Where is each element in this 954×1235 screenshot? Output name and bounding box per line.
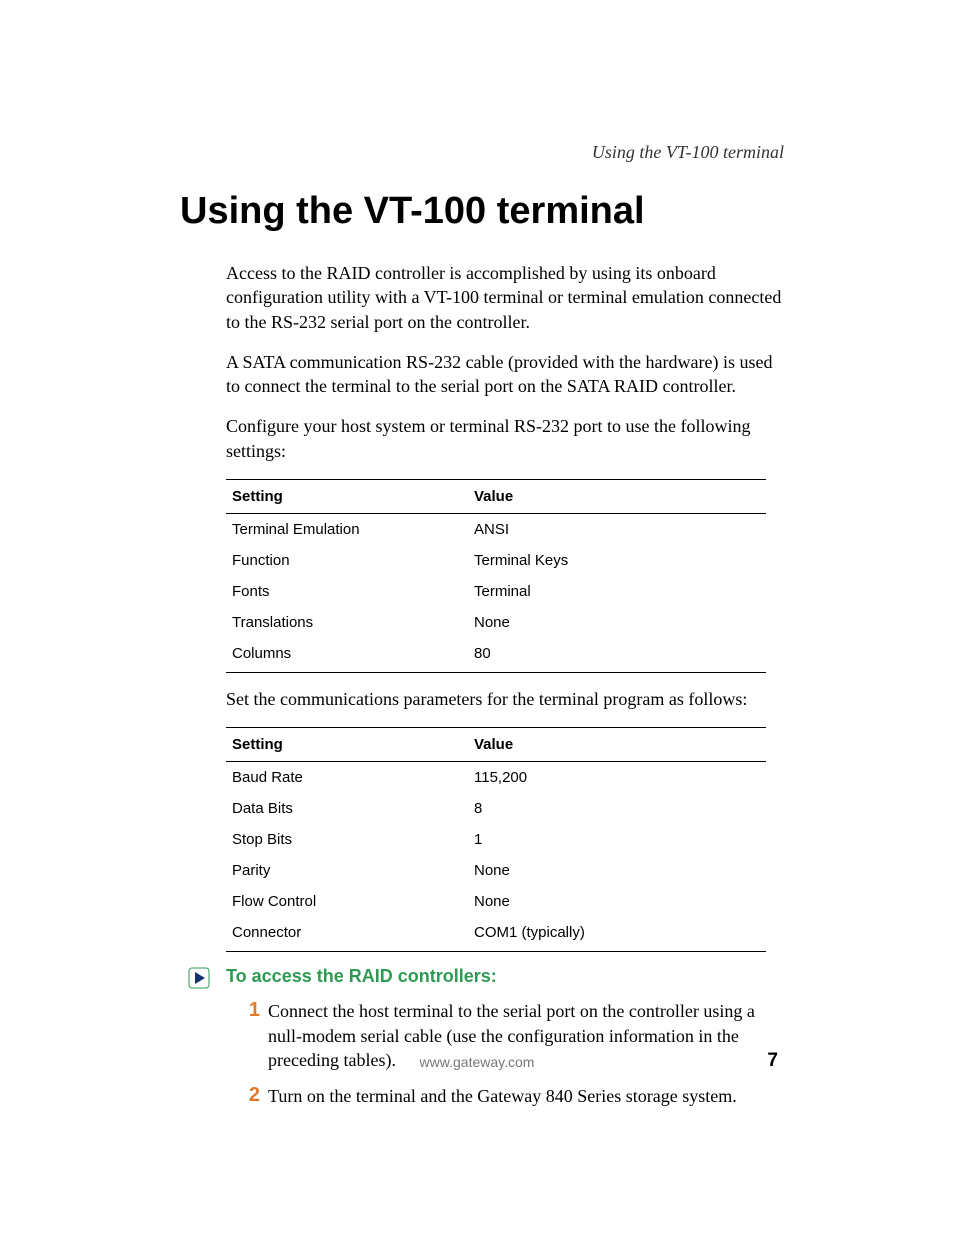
table-header: Setting: [226, 480, 468, 514]
step-text: Turn on the terminal and the Gateway 840…: [268, 1084, 786, 1108]
table-cell: Flow Control: [226, 886, 468, 917]
document-page: Using the VT-100 terminal Using the VT-1…: [0, 0, 954, 1235]
page-title: Using the VT-100 terminal: [180, 190, 784, 233]
settings-table-1: Setting Value Terminal Emulation ANSI Fu…: [226, 479, 766, 673]
table-cell: None: [468, 607, 766, 638]
settings-table-2: Setting Value Baud Rate 115,200 Data Bit…: [226, 727, 766, 952]
table-cell: Terminal Emulation: [226, 514, 468, 546]
table-cell: None: [468, 855, 766, 886]
table-cell: COM1 (typically): [468, 917, 766, 952]
table-cell: 1: [468, 824, 766, 855]
table-cell: Baud Rate: [226, 762, 468, 794]
footer-url: www.gateway.com: [420, 1054, 535, 1070]
table-cell: 8: [468, 793, 766, 824]
table-cell: Translations: [226, 607, 468, 638]
procedure-heading-row: To access the RAID controllers:: [182, 966, 786, 989]
table-cell: Columns: [226, 638, 468, 673]
table-cell: Connector: [226, 917, 468, 952]
table-cell: 80: [468, 638, 766, 673]
table-header: Value: [468, 728, 766, 762]
table-row: Flow Control None: [226, 886, 766, 917]
play-arrow-icon: [188, 967, 216, 989]
page-number: 7: [767, 1050, 778, 1072]
table-row: Parity None: [226, 855, 766, 886]
table-cell: Function: [226, 545, 468, 576]
body-column: Access to the RAID controller is accompl…: [226, 261, 786, 1109]
table-cell: Stop Bits: [226, 824, 468, 855]
running-head: Using the VT-100 terminal: [592, 142, 784, 163]
table-header: Value: [468, 480, 766, 514]
table-row: Function Terminal Keys: [226, 545, 766, 576]
table-cell: Terminal Keys: [468, 545, 766, 576]
paragraph: Access to the RAID controller is accompl…: [226, 261, 786, 334]
paragraph: A SATA communication RS-232 cable (provi…: [226, 350, 786, 399]
table-row: Connector COM1 (typically): [226, 917, 766, 952]
step-number: 2: [238, 1084, 260, 1106]
table-cell: None: [468, 886, 766, 917]
table-row: Columns 80: [226, 638, 766, 673]
table-cell: Terminal: [468, 576, 766, 607]
table-row: Baud Rate 115,200: [226, 762, 766, 794]
table-row: Translations None: [226, 607, 766, 638]
table-cell: Fonts: [226, 576, 468, 607]
paragraph: Configure your host system or terminal R…: [226, 414, 786, 463]
table-cell: Parity: [226, 855, 468, 886]
procedure-title: To access the RAID controllers:: [226, 966, 497, 987]
table-cell: ANSI: [468, 514, 766, 546]
table-cell: 115,200: [468, 762, 766, 794]
footer: www.gateway.com: [0, 1054, 954, 1072]
step-number: 1: [238, 999, 260, 1021]
table-cell: Data Bits: [226, 793, 468, 824]
table-row: Terminal Emulation ANSI: [226, 514, 766, 546]
paragraph: Set the communications parameters for th…: [226, 687, 786, 711]
table-row: Stop Bits 1: [226, 824, 766, 855]
table-row: Fonts Terminal: [226, 576, 766, 607]
table-header: Setting: [226, 728, 468, 762]
table-row: Data Bits 8: [226, 793, 766, 824]
procedure-step: 2 Turn on the terminal and the Gateway 8…: [238, 1084, 786, 1108]
